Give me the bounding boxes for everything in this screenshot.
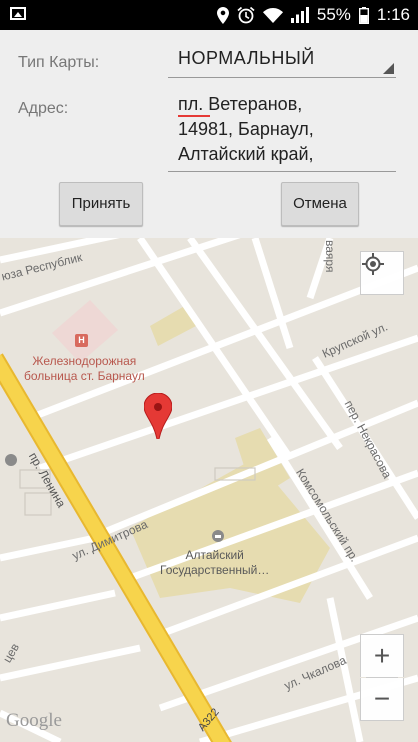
my-location-button[interactable]: [360, 251, 404, 295]
crosshair-icon: [362, 253, 384, 275]
university-icon[interactable]: [212, 530, 224, 542]
google-attribution-logo: Google: [6, 710, 62, 731]
zoom-in-button[interactable]: +: [360, 634, 404, 677]
signal-icon: [290, 7, 309, 23]
address-value: пл. Ветеранов, 14981, Барнаул, Алтайский…: [178, 94, 314, 164]
address-label: Адрес:: [18, 100, 69, 117]
hospital-label-line2: больница ст. Барнаул: [24, 369, 145, 383]
accept-button[interactable]: Принять: [59, 182, 143, 226]
alarm-icon: [237, 6, 255, 24]
map-tiles: [0, 238, 418, 742]
street-label-top: ваяря: [323, 240, 337, 273]
location-marker-icon[interactable]: [144, 393, 172, 439]
zoom-out-button[interactable]: −: [360, 678, 404, 721]
battery-percent: 55%: [316, 5, 351, 24]
hospital-label-line1: Железнодорожная: [32, 354, 137, 368]
map-view[interactable]: юза Республик пр. Ленина ул. Димитрова К…: [0, 238, 418, 742]
hospital-label[interactable]: Железнодорожная больница ст. Барнаул: [24, 354, 145, 384]
cancel-button[interactable]: Отмена: [281, 182, 359, 226]
university-label[interactable]: Алтайский Государственный…: [160, 548, 269, 578]
status-bar: 55% 1:16: [0, 0, 418, 30]
map-settings-form: Тип Карты: НОРМАЛЬНЫЙ Адрес: пл. Ветеран…: [0, 30, 418, 238]
address-field[interactable]: пл. Ветеранов, 14981, Барнаул, Алтайский…: [168, 92, 396, 172]
map-type-label: Тип Карты:: [18, 54, 100, 71]
school-icon[interactable]: [5, 454, 17, 466]
wifi-icon: [262, 7, 283, 23]
map-type-spinner[interactable]: НОРМАЛЬНЫЙ: [168, 46, 396, 78]
dropdown-arrow-icon: [383, 63, 394, 74]
battery-icon: [358, 6, 369, 24]
hospital-icon[interactable]: H: [75, 334, 88, 347]
location-icon: [216, 6, 229, 24]
clock: 1:16: [376, 5, 410, 24]
map-type-value: НОРМАЛЬНЫЙ: [178, 48, 315, 68]
university-label-line1: Алтайский: [185, 548, 244, 562]
gallery-notification-icon: [10, 7, 26, 20]
university-label-line2: Государственный…: [160, 563, 270, 577]
